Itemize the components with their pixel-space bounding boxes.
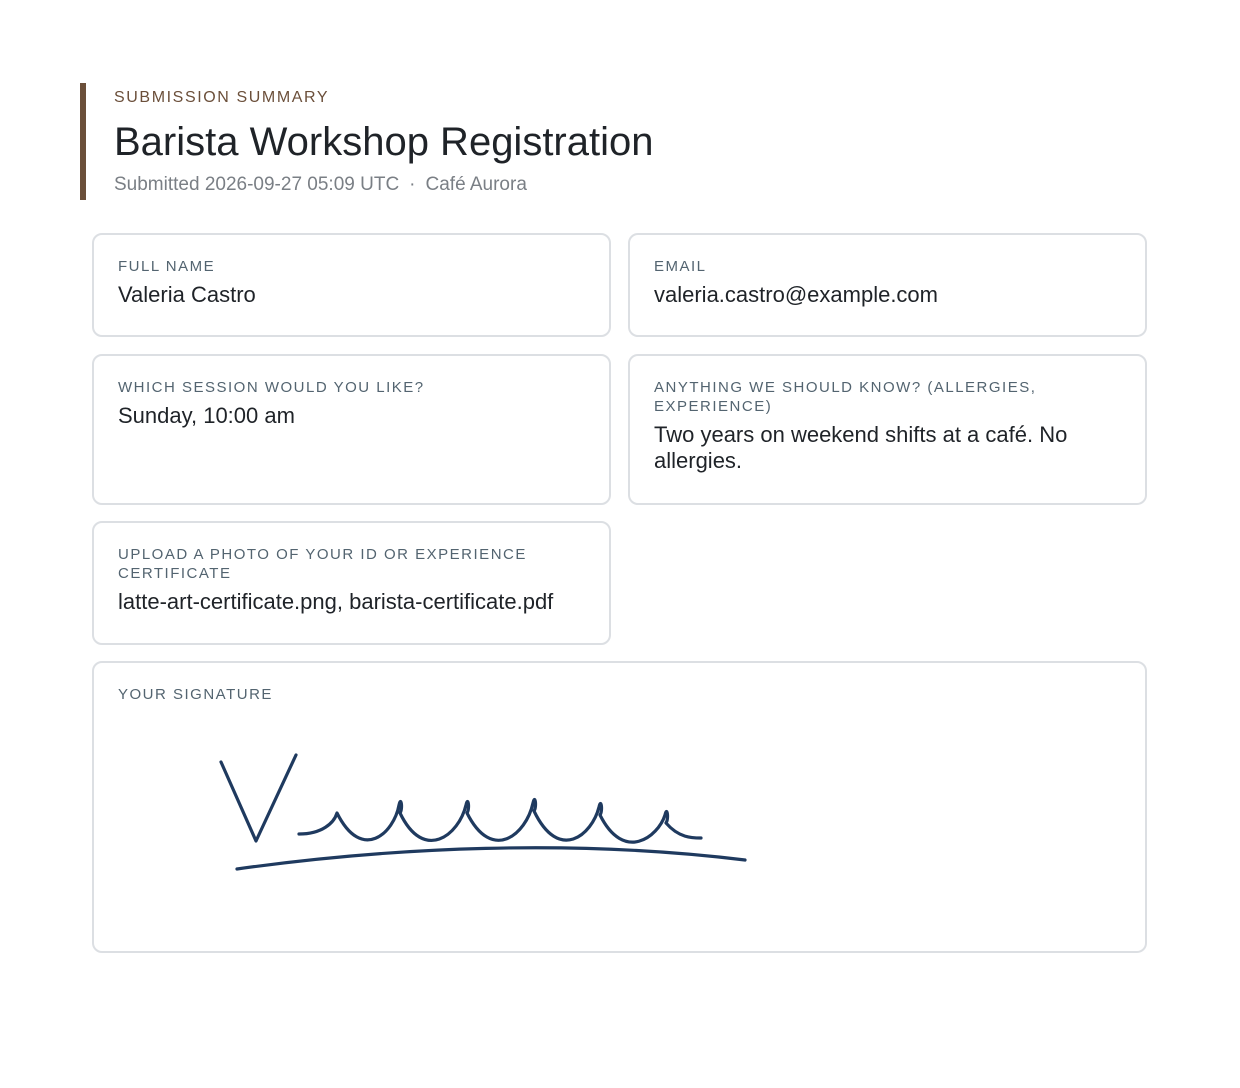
field-label: UPLOAD A PHOTO OF YOUR ID OR EXPERIENCE … (118, 546, 527, 582)
field-value: valeria.castro@example.com (654, 282, 938, 307)
signature-stroke-underline (235, 846, 747, 871)
field-card-email: EMAIL valeria.castro@example.com (628, 233, 1147, 337)
field-label: FULL NAME (118, 258, 216, 275)
submitted-timestamp: Submitted 2026-09-27 05:09 UTC (114, 174, 400, 195)
field-value: Two years on weekend shifts at a café. N… (654, 422, 1068, 473)
venue-name: Café Aurora (425, 174, 527, 195)
field-value: latte-art-certificate.png, barista-certi… (118, 589, 554, 614)
field-card-notes: ANYTHING WE SHOULD KNOW? (ALLERGIES, EXP… (628, 354, 1147, 505)
section-eyebrow: SUBMISSION SUMMARY (114, 89, 330, 106)
field-card-full-name: FULL NAME Valeria Castro (92, 233, 611, 337)
signature-image (219, 753, 747, 871)
field-card-session: WHICH SESSION WOULD YOU LIKE? Sunday, 10… (92, 354, 611, 505)
field-card-upload: UPLOAD A PHOTO OF YOUR ID OR EXPERIENCE … (92, 521, 611, 645)
submission-meta: Submitted 2026-09-27 05:09 UTC · Café Auro… (114, 174, 654, 196)
field-value: Sunday, 10:00 am (118, 403, 295, 428)
page-header: SUBMISSION SUMMARY Barista Workshop Regi… (80, 83, 654, 200)
page-title: Barista Workshop Registration (114, 120, 654, 164)
field-label: ANYTHING WE SHOULD KNOW? (ALLERGIES, EXP… (654, 379, 1037, 415)
field-value: Valeria Castro (118, 282, 256, 307)
meta-separator: · (409, 174, 416, 195)
field-label: WHICH SESSION WOULD YOU LIKE? (118, 379, 425, 396)
signature-stroke-loops (297, 797, 703, 844)
field-label: EMAIL (654, 258, 707, 275)
field-card-signature: YOUR SIGNATURE (92, 661, 1147, 953)
signature-stroke-v (219, 753, 298, 843)
